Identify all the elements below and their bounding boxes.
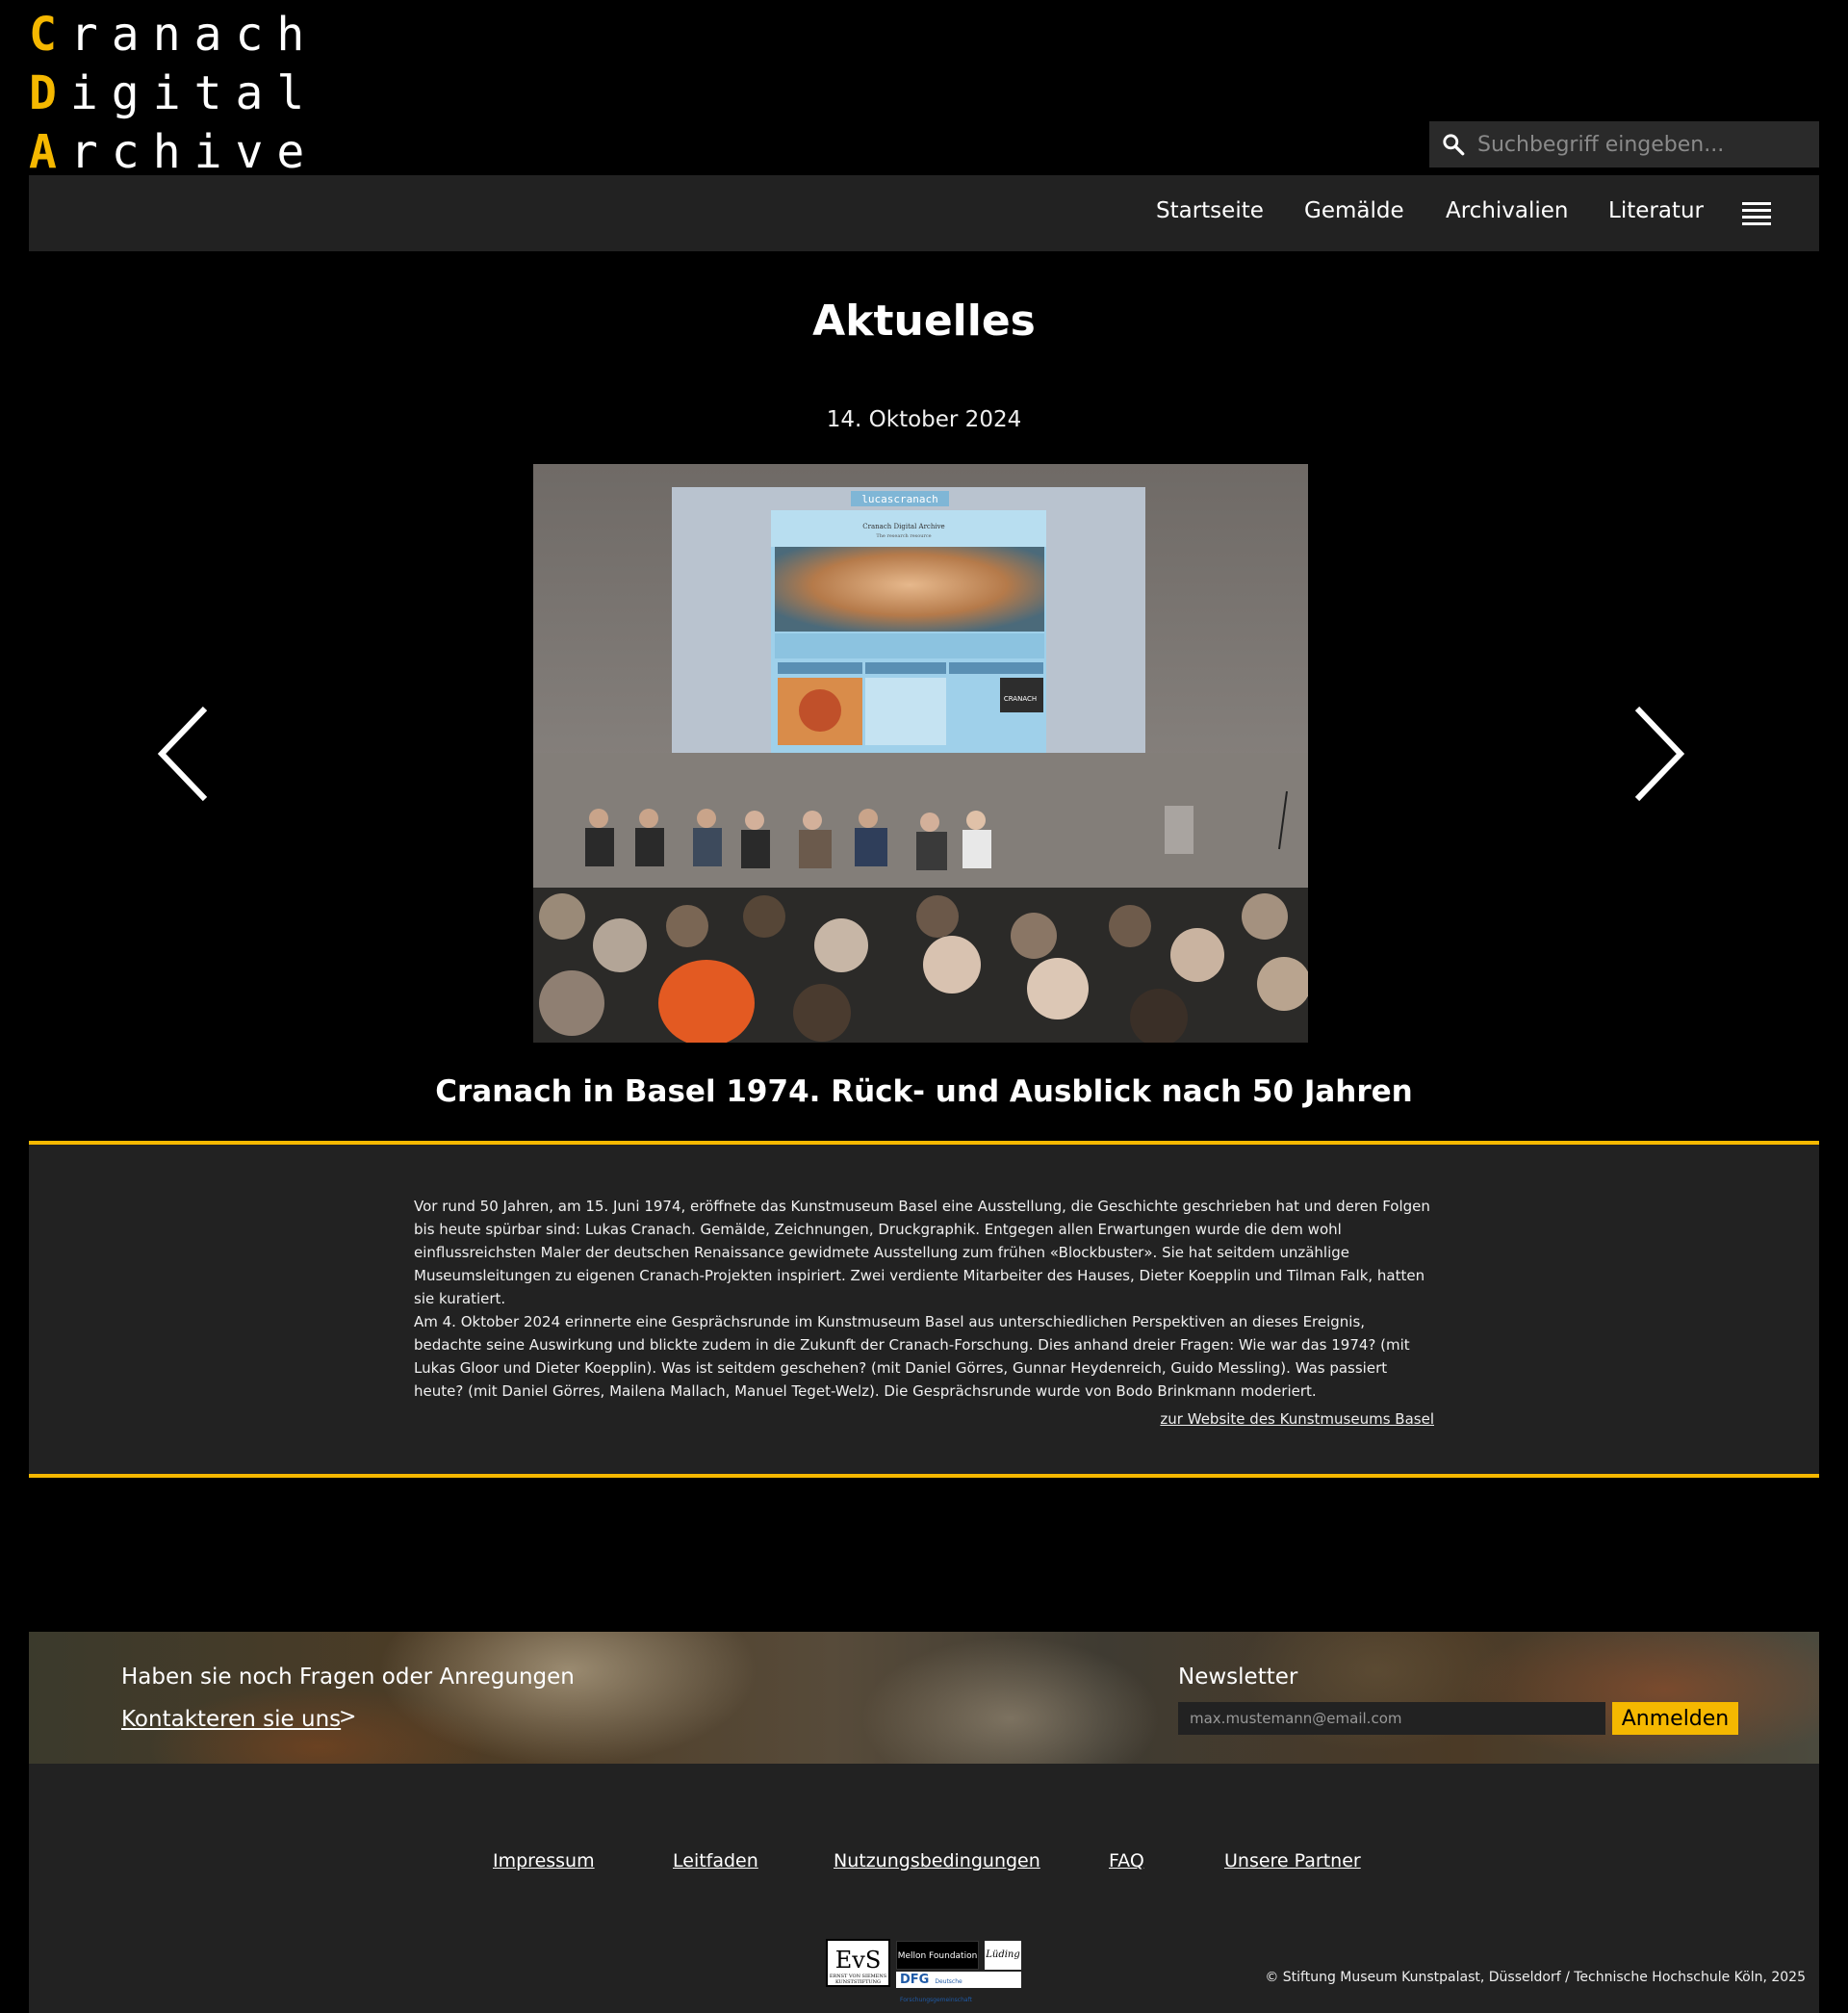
page-title: Aktuelles: [812, 297, 1036, 346]
svg-text:Cranach Digital Archive: Cranach Digital Archive: [862, 523, 944, 530]
nav-item-archivalien[interactable]: Archivalien: [1446, 198, 1569, 223]
svg-text:lucascranach: lucascranach: [861, 493, 937, 505]
newsletter-label: Newsletter: [1178, 1665, 1298, 1690]
contact-link[interactable]: Kontakteren sie uns: [121, 1707, 341, 1732]
svg-text:CRANACH: CRANACH: [1004, 695, 1037, 703]
mellon-logo[interactable]: Mellon Foundation: [896, 1941, 979, 1970]
article-text-panel: Vor rund 50 Jahren, am 15. Juni 1974, er…: [29, 1141, 1819, 1478]
chevron-right-icon: >: [339, 1705, 357, 1729]
svg-text:The research resource: The research resource: [876, 533, 931, 539]
main-nav: Startseite Gemälde Archivalien Literatur: [29, 175, 1819, 251]
article-date: 14. Oktober 2024: [826, 407, 1022, 432]
article-body: Vor rund 50 Jahren, am 15. Juni 1974, er…: [414, 1195, 1434, 1403]
footer-link-partner[interactable]: Unsere Partner: [1224, 1850, 1361, 1871]
footer: Impressum Leitfaden Nutzungsbedingungen …: [29, 1764, 1819, 2013]
chevron-left-icon: [157, 706, 208, 802]
signature-logo[interactable]: Lüding: [985, 1941, 1021, 1970]
article-paragraph: Vor rund 50 Jahren, am 15. Juni 1974, er…: [414, 1198, 1430, 1307]
footer-link-leitfaden[interactable]: Leitfaden: [673, 1850, 758, 1871]
nav-item-startseite[interactable]: Startseite: [1156, 198, 1264, 223]
nav-item-literatur[interactable]: Literatur: [1608, 198, 1704, 223]
copyright: © Stiftung Museum Kunstpalast, Düsseldor…: [1265, 1970, 1806, 1985]
site-logo[interactable]: Cranach Digital Archive: [29, 6, 318, 182]
contact-newsletter-banner: Haben sie noch Fragen oder Anregungen Ko…: [29, 1632, 1819, 1764]
footer-link-faq[interactable]: FAQ: [1109, 1850, 1144, 1871]
nav-item-gemaelde[interactable]: Gemälde: [1304, 198, 1404, 223]
footer-link-nutzungsbedingungen[interactable]: Nutzungsbedingungen: [834, 1850, 1040, 1871]
newsletter-email-input[interactable]: [1178, 1702, 1605, 1735]
article-photo: lucascranach Cranach Digital Archive The…: [533, 464, 1308, 1043]
article-title: Cranach in Basel 1974. Rück- und Ausblic…: [435, 1074, 1413, 1109]
logo-line-archive: Archive: [29, 125, 319, 179]
menu-icon[interactable]: [1742, 202, 1771, 225]
kunstmuseum-basel-link[interactable]: zur Website des Kunstmuseums Basel: [1160, 1410, 1434, 1428]
search-input[interactable]: [1477, 125, 1805, 164]
carousel-prev-button[interactable]: [152, 701, 219, 807]
contact-question: Haben sie noch Fragen oder Anregungen: [121, 1665, 575, 1690]
logo-line-cranach: Cranach: [29, 8, 319, 62]
logo-line-digital: Digital: [29, 66, 319, 120]
footer-link-impressum[interactable]: Impressum: [493, 1850, 595, 1871]
evs-logo[interactable]: EvS ERNST VON SIEMENS KUNSTSTIFTUNG: [826, 1939, 890, 1987]
carousel-next-button[interactable]: [1623, 701, 1690, 807]
search-icon[interactable]: [1441, 132, 1466, 157]
chevron-right-icon: [1634, 706, 1685, 802]
article-paragraph: Am 4. Oktober 2024 erinnerte eine Gesprä…: [414, 1313, 1410, 1400]
search-bar: [1429, 121, 1819, 168]
newsletter-subscribe-button[interactable]: Anmelden: [1612, 1702, 1738, 1735]
dfg-logo[interactable]: DFG Deutsche Forschungsgemeinschaft: [896, 1972, 1021, 2003]
